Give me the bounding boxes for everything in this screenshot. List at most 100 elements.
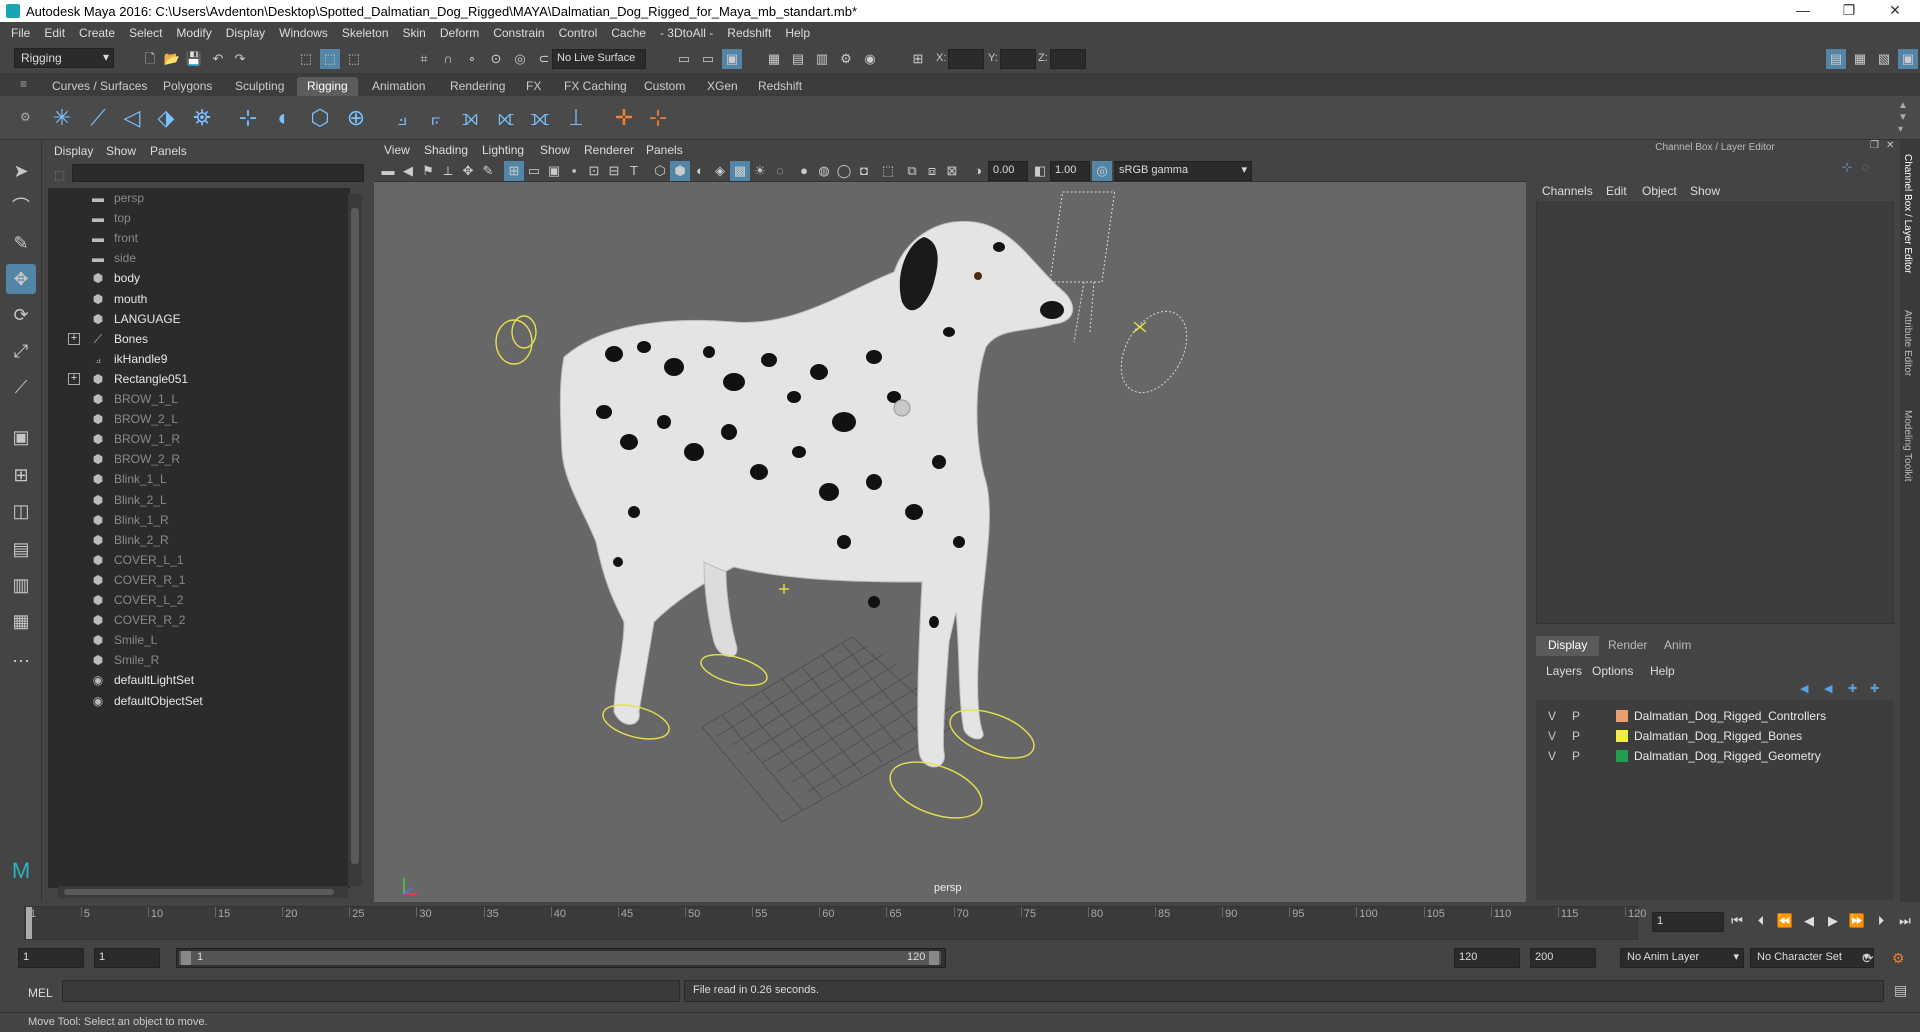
outliner-item[interactable]: ▬ top bbox=[48, 208, 348, 228]
expand-icon[interactable]: + bbox=[68, 372, 80, 385]
bookmark-icon[interactable]: ⚑ bbox=[418, 161, 438, 181]
go-to-end-icon[interactable]: ⏭ bbox=[1896, 912, 1914, 930]
snap-grid-icon[interactable]: ⌗ bbox=[414, 49, 434, 69]
menu-skeleton[interactable]: Skeleton bbox=[335, 26, 396, 40]
side-tab-channel-box[interactable]: Channel Box / Layer Editor bbox=[1902, 154, 1913, 274]
menu-skin[interactable]: Skin bbox=[396, 26, 433, 40]
layer-menu-layers[interactable]: Layers bbox=[1546, 664, 1582, 678]
outliner-item[interactable]: ▬ front bbox=[48, 228, 348, 248]
lasso-tool-icon[interactable]: ⌒ bbox=[6, 192, 36, 222]
ipr-render-icon[interactable]: ▥ bbox=[812, 49, 832, 69]
outliner-item[interactable]: ⬢ mouth bbox=[48, 289, 348, 309]
play-backwards-icon[interactable]: ◀ bbox=[1800, 912, 1818, 930]
cluster-icon[interactable]: ⊕ bbox=[340, 102, 372, 134]
new-layer-icon[interactable]: ✚ bbox=[1848, 682, 1857, 695]
script-layout-icon[interactable]: ▦ bbox=[6, 606, 36, 636]
construction-history-icon[interactable]: ▣ bbox=[722, 49, 742, 69]
x-field[interactable] bbox=[948, 49, 984, 69]
outliner-item[interactable]: ⬢ Blink_2_L bbox=[48, 490, 348, 510]
range-slider-handle[interactable] bbox=[179, 951, 941, 965]
outliner-item[interactable]: ⟓ ikHandle9 bbox=[48, 349, 348, 369]
tab-xgen[interactable]: XGen bbox=[697, 77, 748, 96]
parent-constraint-icon[interactable]: ✛ bbox=[608, 102, 640, 134]
use-all-lights-icon[interactable]: ☀ bbox=[750, 161, 770, 181]
render-frame-icon[interactable]: ▤ bbox=[788, 49, 808, 69]
layer-menu-options[interactable]: Options bbox=[1592, 664, 1633, 678]
menu-windows[interactable]: Windows bbox=[272, 26, 335, 40]
safe-title-icon[interactable]: T bbox=[624, 161, 644, 181]
layer-color-swatch[interactable] bbox=[1616, 710, 1628, 722]
menu-deform[interactable]: Deform bbox=[433, 26, 486, 40]
outliner-persp-layout-icon[interactable]: ▤ bbox=[6, 534, 36, 564]
current-time-marker[interactable] bbox=[26, 907, 32, 939]
depth-of-field-icon[interactable]: ◘ bbox=[854, 161, 874, 181]
character-set-dropdown[interactable]: No Character Set ▾ bbox=[1750, 948, 1874, 968]
snap-curve-icon[interactable]: ∩ bbox=[438, 49, 458, 69]
layer-tab-render[interactable]: Render bbox=[1596, 636, 1659, 656]
ik-spline-icon[interactable]: ⟔ bbox=[420, 102, 452, 134]
range-start-grip[interactable] bbox=[181, 951, 191, 965]
wireframe-icon[interactable]: ⬡ bbox=[650, 161, 670, 181]
script-editor-icon[interactable]: ▤ bbox=[1894, 982, 1907, 999]
maximize-button[interactable]: ❐ bbox=[1826, 0, 1872, 22]
select-component-icon[interactable]: ⬚ bbox=[344, 49, 364, 69]
menu-select[interactable]: Select bbox=[122, 26, 169, 40]
hik-skeleton-icon[interactable]: ⛯ bbox=[186, 102, 218, 134]
scale-tool-icon[interactable]: ⤢ bbox=[6, 336, 36, 366]
menu-redshift[interactable]: Redshift bbox=[720, 26, 778, 40]
layout-options-icon[interactable]: ⋯ bbox=[6, 646, 36, 676]
shelf-menu-icon[interactable]: ≡ bbox=[20, 77, 27, 91]
outliner-vertical-scrollbar[interactable] bbox=[348, 194, 362, 886]
z-field[interactable] bbox=[1050, 49, 1086, 69]
isolate-select-icon[interactable]: ⬚ bbox=[878, 161, 898, 181]
layer-visibility-toggle[interactable]: V bbox=[1548, 706, 1556, 726]
outliner-search-input[interactable] bbox=[72, 164, 364, 182]
new-scene-icon[interactable]: 🗋 bbox=[140, 49, 160, 69]
redo-icon[interactable]: ↷ bbox=[230, 49, 250, 69]
layer-row[interactable]: V P Dalmatian_Dog_Rigged_Bones bbox=[1536, 726, 1894, 746]
outliner-item[interactable]: ⬢ Smile_L bbox=[48, 630, 348, 650]
outliner-item[interactable]: ⬢ COVER_R_1 bbox=[48, 570, 348, 590]
auto-key-icon[interactable]: ⟳ bbox=[1862, 950, 1874, 967]
speed-icon[interactable]: ◌ bbox=[1862, 160, 1869, 174]
layer-menu-help[interactable]: Help bbox=[1650, 664, 1675, 678]
select-hierarchy-icon[interactable]: ⬚ bbox=[296, 49, 316, 69]
tab-rendering[interactable]: Rendering bbox=[440, 77, 515, 96]
menu-constrain[interactable]: Constrain bbox=[486, 26, 551, 40]
resolution-gate-icon[interactable]: ▣ bbox=[544, 161, 564, 181]
step-back-key-icon[interactable]: ⏴ bbox=[1752, 912, 1770, 930]
time-slider-track[interactable]: 1 5 10 15 20 25 30 35 40 45 50 55 60 65 70 75 80 85 90 95 10… bbox=[24, 906, 1646, 940]
attribute-editor-toggle-icon[interactable]: ▦ bbox=[1850, 49, 1870, 69]
outliner-item[interactable]: + ⬢ Rectangle051 bbox=[48, 369, 348, 389]
tab-polygons[interactable]: Polygons bbox=[153, 77, 222, 96]
insert-joint-icon[interactable]: ⟋ bbox=[82, 102, 114, 134]
anim-prefs-icon[interactable]: ⚙ bbox=[1892, 950, 1905, 967]
layer-row[interactable]: V P Dalmatian_Dog_Rigged_Controllers bbox=[1536, 706, 1894, 726]
xray-joints-icon[interactable]: ⧈ bbox=[922, 161, 942, 181]
camera-attributes-icon[interactable]: ◀ bbox=[398, 161, 418, 181]
graph-persp-layout-icon[interactable]: ▥ bbox=[6, 570, 36, 600]
outliner-item[interactable]: ⬢ Blink_2_R bbox=[48, 530, 348, 550]
shelf-scroll-icon[interactable]: ▲ ▼ ▾ bbox=[1898, 100, 1908, 136]
ik-fk-icon[interactable]: ⟗ bbox=[524, 102, 556, 134]
range-end-grip[interactable] bbox=[929, 951, 939, 965]
layout-icon[interactable]: ▤ bbox=[1826, 49, 1846, 69]
last-tool-icon[interactable]: ⟋ bbox=[6, 372, 36, 402]
smooth-shade-icon[interactable]: ⬢ bbox=[670, 161, 690, 181]
close-panel-icon[interactable]: ✕ bbox=[1886, 140, 1894, 151]
tool-settings-toggle-icon[interactable]: ▧ bbox=[1874, 49, 1894, 69]
2d-pan-zoom-icon[interactable]: ✥ bbox=[458, 161, 478, 181]
shadows-icon[interactable]: ◌ bbox=[770, 161, 790, 181]
menu-create[interactable]: Create bbox=[72, 26, 122, 40]
render-view-icon[interactable]: ▦ bbox=[764, 49, 784, 69]
outliner-menu-show[interactable]: Show bbox=[106, 144, 136, 158]
single-pane-layout-icon[interactable]: ▣ bbox=[6, 422, 36, 452]
field-chart-icon[interactable]: ⊡ bbox=[584, 161, 604, 181]
menu-3dtoall[interactable]: - 3DtoAll - bbox=[653, 26, 720, 40]
paint-select-tool-icon[interactable]: ✎ bbox=[6, 228, 36, 258]
move-tool-icon[interactable]: ✥ bbox=[6, 264, 36, 294]
select-object-icon[interactable]: ⬚ bbox=[320, 49, 340, 69]
snap-point-icon[interactable]: ∘ bbox=[462, 49, 482, 69]
grid-toggle-icon[interactable]: ⊞ bbox=[504, 161, 524, 181]
outliner-item[interactable]: ⬢ Blink_1_R bbox=[48, 510, 348, 530]
